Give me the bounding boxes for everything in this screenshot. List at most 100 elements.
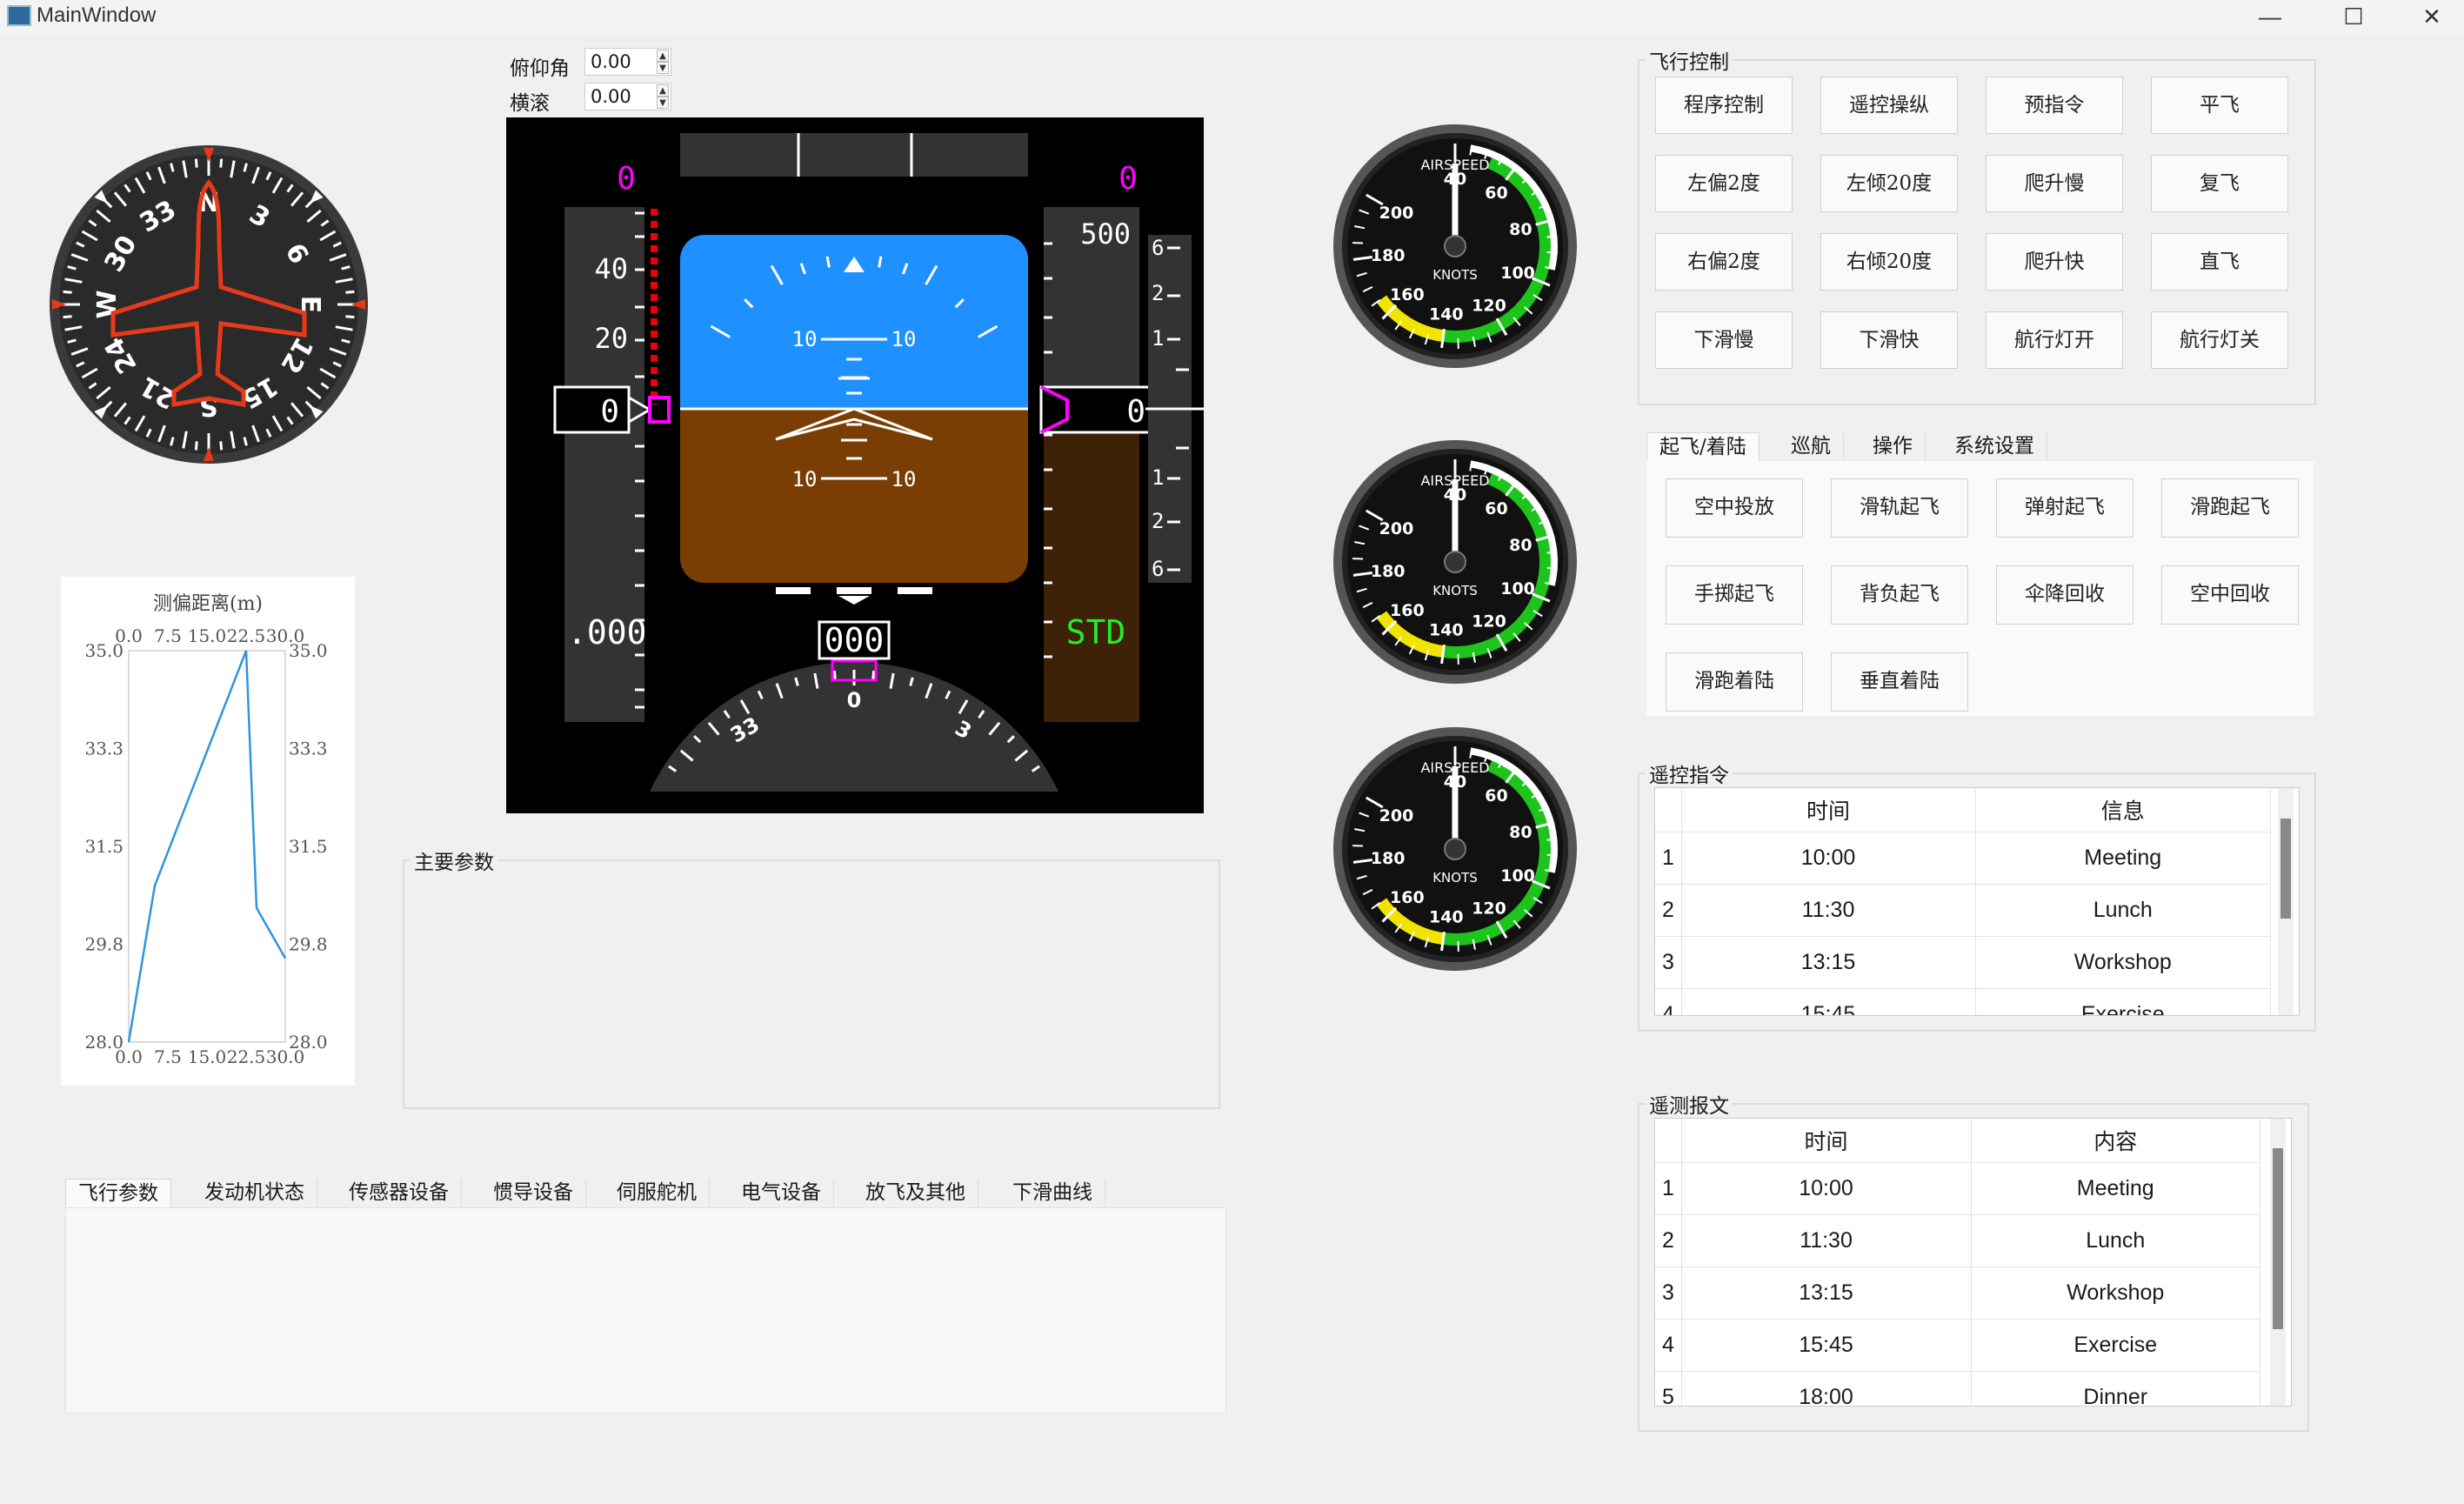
runway-landing-button[interactable]: 滑跑着陆	[1666, 652, 1803, 712]
tab-electrical[interactable]: 电气设备	[729, 1179, 834, 1208]
air-drop-button[interactable]: 空中投放	[1666, 478, 1803, 538]
x-tick-top: 0.0	[115, 625, 143, 646]
airspeed-tick-label: 120	[1472, 899, 1506, 919]
telemetry-scrollbar[interactable]	[2270, 1119, 2286, 1406]
descend-slow-button[interactable]: 下滑慢	[1655, 311, 1793, 369]
telemetry-table[interactable]: 时间 内容 1 10:00 Meeting 2 11:30 Lunch 3 13:15 Work…	[1654, 1118, 2292, 1407]
remote-scrollbar[interactable]	[2278, 788, 2294, 1015]
remote-col-time[interactable]: 时间	[1681, 788, 1976, 832]
hand-launch-button[interactable]: 手掷起飞	[1666, 565, 1803, 625]
table-row[interactable]: 1 10:00 Meeting	[1655, 832, 2271, 885]
tab-system-settings[interactable]: 系统设置	[1942, 432, 2047, 462]
air-recovery-button[interactable]: 空中回收	[2161, 565, 2299, 625]
tab-cruise[interactable]: 巡航	[1779, 432, 1844, 462]
airspeed-tick-label: 100	[1500, 264, 1535, 283]
table-row[interactable]: 2 11:30 Lunch	[1655, 1214, 2260, 1267]
info-cell: Workshop	[1971, 1267, 2260, 1320]
right-yaw-2-button[interactable]: 右偏2度	[1655, 233, 1793, 291]
y-tick-right: 31.5	[289, 836, 328, 857]
tele-col-time[interactable]: 时间	[1681, 1119, 1972, 1163]
tab-takeoff-landing[interactable]: 起飞/着陆	[1646, 432, 1760, 462]
climb-slow-button[interactable]: 爬升慢	[1986, 155, 2123, 212]
pitch-label-up-right: 10	[891, 327, 917, 351]
tab-glide-curve[interactable]: 下滑曲线	[1000, 1179, 1105, 1208]
table-row[interactable]: 5 18:00 Dinner	[1655, 1371, 2260, 1406]
time-cell: 11:30	[1681, 884, 1976, 937]
parachute-recovery-button[interactable]: 伞降回收	[1996, 565, 2133, 625]
minimize-button[interactable]: —	[2244, 2, 2296, 31]
airspeed-units: KNOTS	[1432, 583, 1478, 598]
tab-flight-params[interactable]: 飞行参数	[65, 1179, 171, 1208]
row-number: 3	[1655, 1267, 1682, 1320]
row-number: 5	[1655, 1371, 1682, 1406]
airspeed-tick-label: 60	[1485, 786, 1507, 805]
row-number: 1	[1655, 1162, 1682, 1215]
telemetry-scroll-thumb[interactable]	[2273, 1148, 2283, 1329]
x-tick-top: 30.0	[266, 625, 305, 646]
time-cell: 18:00	[1681, 1371, 1972, 1406]
compass-label: W	[92, 290, 123, 318]
runway-takeoff-button[interactable]: 滑跑起飞	[2161, 478, 2299, 538]
x-tick-bottom: 30.0	[266, 1046, 305, 1067]
tab-sensors[interactable]: 传感器设备	[337, 1179, 462, 1208]
go-around-button[interactable]: 复飞	[2151, 155, 2288, 212]
pitch-spinbox[interactable]: 0.00 ▲ ▼	[584, 48, 671, 76]
roll-up-arrow-icon[interactable]: ▲	[657, 84, 669, 97]
table-row[interactable]: 4 15:45 Exercise	[1655, 1319, 2260, 1372]
airspeed-tick-label: 100	[1500, 579, 1535, 598]
vertical-landing-button[interactable]: 垂直着陆	[1831, 652, 1968, 712]
remote-col-info[interactable]: 信息	[1975, 788, 2271, 832]
tab-ins[interactable]: 惯导设备	[481, 1179, 586, 1208]
program-control-button[interactable]: 程序控制	[1655, 77, 1793, 134]
left-bank-20-button[interactable]: 左倾20度	[1820, 155, 1958, 212]
airspeed-tick-label: 200	[1379, 204, 1414, 223]
speed-readout: 0	[600, 394, 619, 430]
airspeed-tick-label: 100	[1500, 866, 1535, 886]
airspeed-tick-label: 180	[1371, 562, 1406, 581]
x-tick-bottom: 15.0	[188, 1046, 227, 1067]
tab-operation[interactable]: 操作	[1860, 432, 1926, 462]
row-number: 1	[1655, 832, 1682, 885]
maximize-button[interactable]: ☐	[2327, 2, 2380, 31]
remote-cmd-table[interactable]: 时间 信息 1 10:00 Meeting 2 11:30 Lunch 3 13:15 Work…	[1654, 787, 2300, 1016]
descend-fast-button[interactable]: 下滑快	[1820, 311, 1958, 369]
vs-label-6-down: 6	[1152, 557, 1164, 581]
backpack-launch-button[interactable]: 背负起飞	[1831, 565, 1968, 625]
table-row[interactable]: 3 13:15 Workshop	[1655, 936, 2271, 989]
pitch-input-row: 俯仰角 0.00 ▲ ▼	[506, 48, 680, 80]
telemetry-title: 遥测报文	[1646, 1089, 1733, 1119]
deviation-chart: 测偏距离(m) 35.0 35.033.3 33.331.5 31.529.8 29.8…	[84, 593, 328, 1067]
airspeed-tick-label: 80	[1509, 536, 1532, 555]
right-bank-20-button[interactable]: 右倾20度	[1820, 233, 1958, 291]
close-button[interactable]: ✕	[2406, 2, 2458, 31]
table-row[interactable]: 4 15:45 Exercise	[1655, 988, 2271, 1015]
rail-launch-button[interactable]: 滑轨起飞	[1831, 478, 1968, 538]
info-cell: Workshop	[1975, 936, 2271, 989]
level-flight-button[interactable]: 平飞	[2151, 77, 2288, 134]
table-row[interactable]: 2 11:30 Lunch	[1655, 884, 2271, 937]
nav-light-on-button[interactable]: 航行灯开	[1986, 311, 2123, 369]
nav-light-off-button[interactable]: 航行灯关	[2151, 311, 2288, 369]
roll-spinbox[interactable]: 0.00 ▲ ▼	[584, 83, 671, 110]
pre-command-button[interactable]: 预指令	[1986, 77, 2123, 134]
left-yaw-2-button[interactable]: 左偏2度	[1655, 155, 1793, 212]
remote-scroll-thumb[interactable]	[2280, 819, 2291, 919]
pitch-up-arrow-icon[interactable]: ▲	[657, 50, 669, 62]
roll-down-arrow-icon[interactable]: ▼	[657, 97, 669, 109]
tab-launch-other[interactable]: 放飞及其他	[853, 1179, 978, 1208]
table-row[interactable]: 1 10:00 Meeting	[1655, 1162, 2260, 1215]
roll-label: 横滚	[510, 92, 550, 115]
time-cell: 13:15	[1681, 1267, 1972, 1320]
pitch-label-down-right: 10	[891, 467, 917, 491]
pitch-down-arrow-icon[interactable]: ▼	[657, 62, 669, 74]
remote-manual-button[interactable]: 遥控操纵	[1820, 77, 1958, 134]
catapult-launch-button[interactable]: 弹射起飞	[1996, 478, 2133, 538]
table-row[interactable]: 3 13:15 Workshop	[1655, 1267, 2260, 1320]
climb-fast-button[interactable]: 爬升快	[1986, 233, 2123, 291]
info-cell: Meeting	[1971, 1162, 2260, 1215]
tele-col-content[interactable]: 内容	[1971, 1119, 2260, 1163]
straight-flight-button[interactable]: 直飞	[2151, 233, 2288, 291]
compass-rose: N 36E1215S2124W3033	[50, 145, 368, 464]
tab-engine-status[interactable]: 发动机状态	[192, 1179, 317, 1208]
tab-servo[interactable]: 伺服舵机	[604, 1179, 710, 1208]
